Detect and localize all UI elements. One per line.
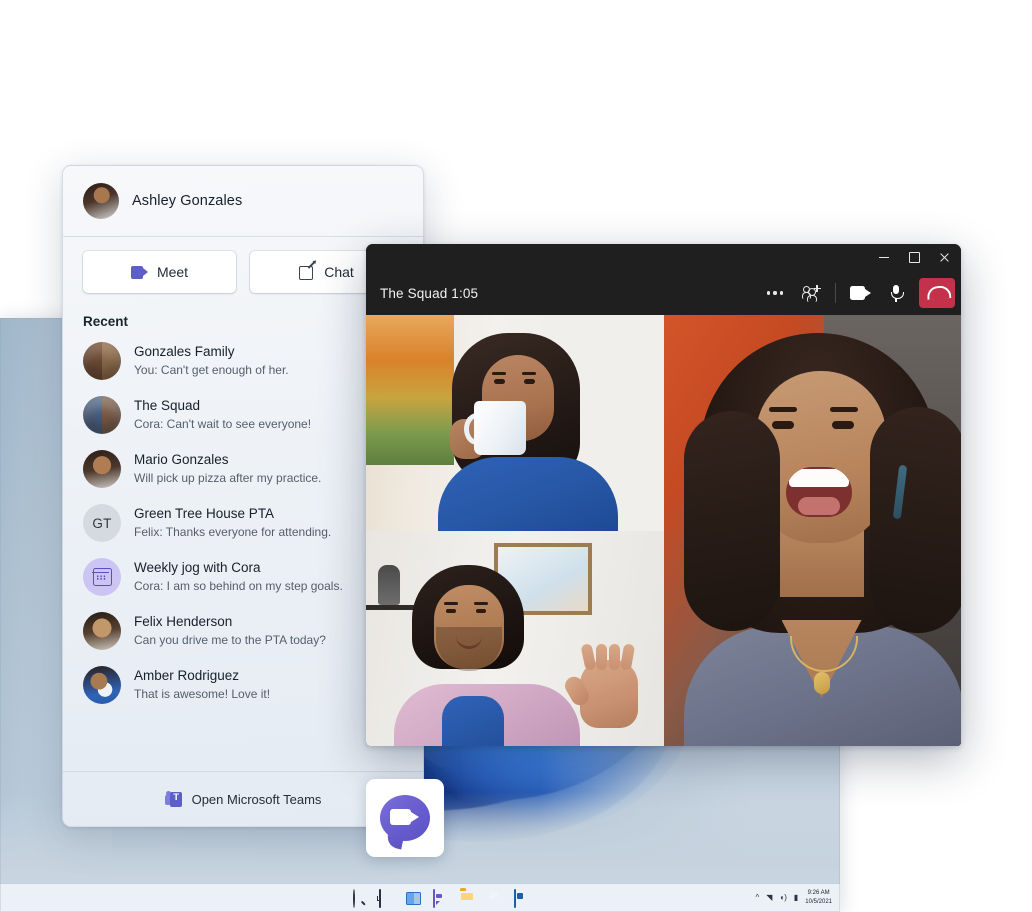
taskbar-icon-group: [325, 889, 530, 908]
call-toolbar: The Squad 1:05: [366, 271, 961, 315]
taskbar-clock[interactable]: 9:26 AM 10/5/2021: [805, 889, 832, 906]
microphone-button[interactable]: [879, 277, 913, 309]
file-explorer-icon[interactable]: [460, 890, 476, 906]
microsoft-teams-logo: [164, 790, 182, 807]
avatar: [83, 342, 121, 380]
widgets-icon[interactable]: [406, 890, 422, 906]
call-controls: [758, 277, 955, 309]
avatar: [83, 396, 121, 434]
system-tray: ^ ◥ ◖) ▮ 9:26 AM 10/5/2021: [755, 889, 840, 906]
more-options-button[interactable]: [758, 277, 792, 309]
chat-title: Gonzales Family: [134, 343, 235, 359]
video-grid: [366, 315, 961, 746]
chat-preview: You: Can't get enough of her.: [134, 362, 289, 377]
clock-date: 10/5/2021: [805, 899, 832, 905]
avatar: [83, 183, 119, 219]
avatar: [83, 612, 121, 650]
video-camera-icon: [849, 286, 871, 300]
avatar-initials: GT: [83, 504, 121, 542]
search-icon[interactable]: [352, 889, 368, 908]
chat-title: Weekly jog with Cora: [134, 559, 261, 575]
windows-taskbar: ^ ◥ ◖) ▮ 9:26 AM 10/5/2021: [0, 883, 840, 912]
user-name: Ashley Gonzales: [132, 193, 243, 209]
chat-title: Green Tree House PTA: [134, 505, 275, 521]
screenshot-root: ^ ◥ ◖) ▮ 9:26 AM 10/5/2021 Ashley Gonzal…: [0, 0, 1032, 912]
end-call-icon: [926, 284, 952, 300]
participant-tile[interactable]: [366, 315, 664, 531]
chat-button-label: Chat: [324, 264, 354, 280]
chat-bubble-video-icon: [380, 795, 430, 841]
add-people-button[interactable]: [794, 277, 828, 309]
store-icon[interactable]: [514, 889, 530, 908]
chat-preview: Felix: Thanks everyone for attending.: [134, 524, 332, 539]
chat-taskbar-icon[interactable]: [433, 889, 449, 908]
open-teams-label: Open Microsoft Teams: [191, 791, 322, 807]
call-window-titlebar[interactable]: [366, 244, 961, 271]
participant-video: [663, 315, 961, 746]
participant-tile[interactable]: [663, 315, 961, 746]
task-view-icon[interactable]: [379, 889, 395, 908]
wifi-icon[interactable]: ◥: [766, 894, 772, 902]
participant-tile[interactable]: [366, 530, 664, 746]
add-people-icon: [801, 285, 821, 302]
participant-video: [366, 530, 664, 746]
battery-icon[interactable]: ▮: [794, 894, 798, 902]
avatar: [83, 666, 121, 704]
compose-chat-icon: [299, 261, 316, 280]
hang-up-button[interactable]: [919, 278, 955, 308]
chat-title: Amber Rodriguez: [134, 667, 240, 683]
volume-icon[interactable]: ◖): [779, 894, 787, 902]
calendar-icon: [83, 558, 121, 596]
chat-preview: Cora: I am so behind on my step goals.: [134, 578, 343, 593]
meet-button[interactable]: Meet: [83, 251, 236, 293]
chat-preview: Will pick up pizza after my practice.: [134, 470, 322, 485]
ellipsis-icon: [766, 291, 784, 295]
clock-time: 9:26 AM: [807, 890, 830, 897]
chat-preview: That is awesome! Love it!: [134, 686, 271, 701]
avatar: [83, 450, 121, 488]
meet-button-label: Meet: [156, 264, 189, 280]
camera-button[interactable]: [843, 277, 877, 309]
chat-title: The Squad: [134, 397, 201, 413]
chat-preview: Cora: Can't wait to see everyone!: [134, 416, 312, 431]
toolbar-divider: [835, 283, 836, 303]
call-title: The Squad 1:05: [380, 285, 479, 301]
edge-icon[interactable]: [487, 890, 503, 906]
minimize-button[interactable]: [869, 244, 899, 271]
chat-title: Felix Henderson: [134, 613, 233, 629]
microphone-icon: [889, 284, 904, 302]
chat-preview: Can you drive me to the PTA today?: [134, 632, 326, 647]
participant-video: [366, 315, 664, 531]
chat-title: Mario Gonzales: [134, 451, 229, 467]
teams-call-window: The Squad 1:05: [366, 244, 961, 746]
start-icon[interactable]: [325, 890, 341, 906]
video-camera-icon: [130, 265, 148, 279]
chat-app-tile[interactable]: [366, 779, 444, 857]
maximize-button[interactable]: [899, 244, 929, 271]
close-button[interactable]: [929, 244, 959, 271]
tray-chevron-icon[interactable]: ^: [755, 894, 759, 902]
flyout-header: Ashley Gonzales: [63, 166, 423, 237]
